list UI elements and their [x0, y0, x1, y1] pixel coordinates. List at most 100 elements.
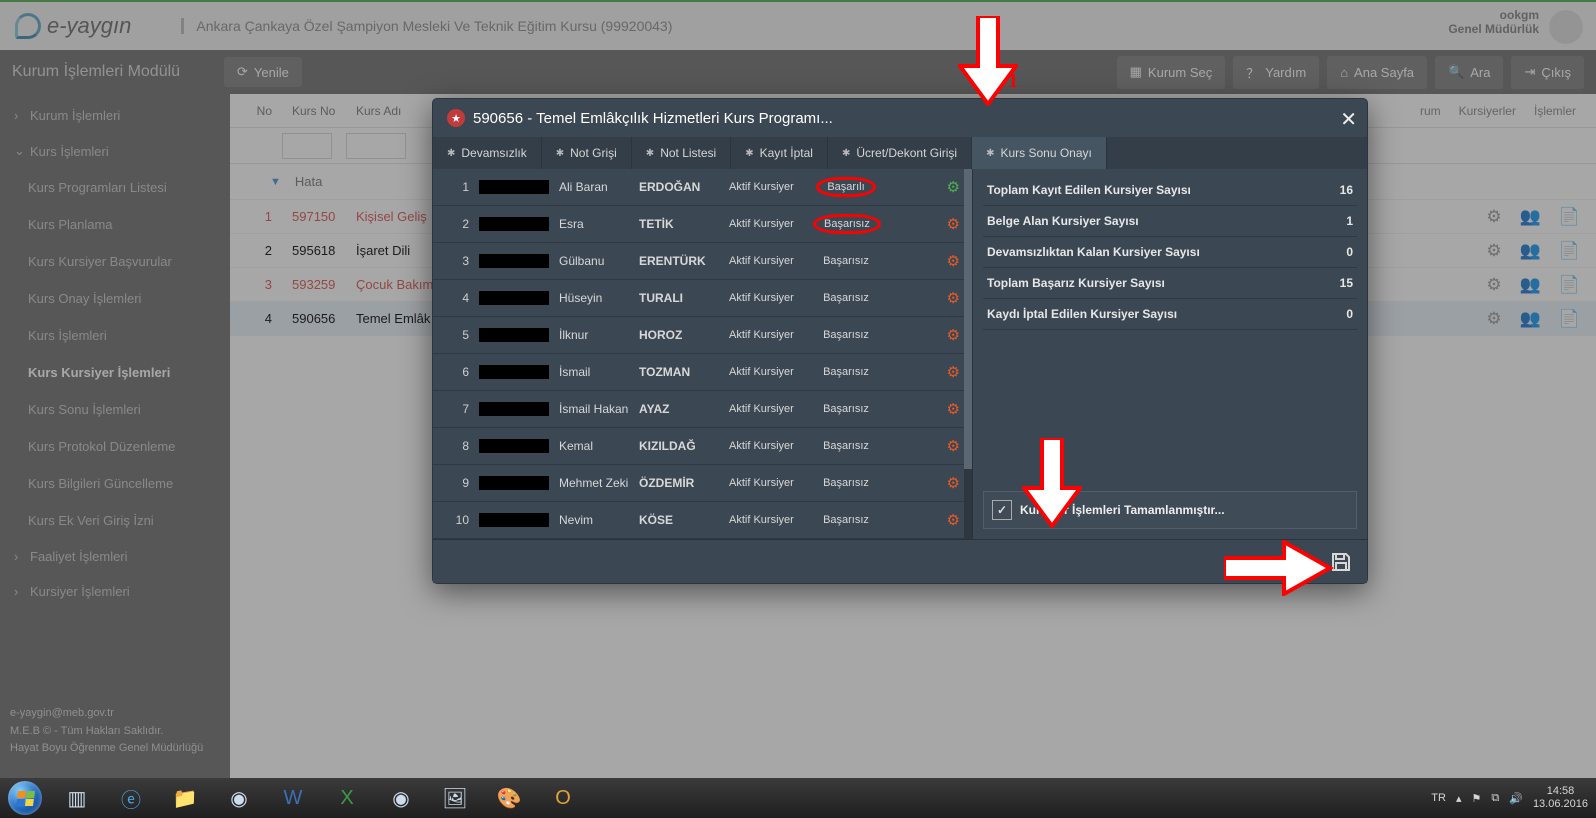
gear-icon[interactable]: ⚙	[947, 363, 960, 381]
tray-clock[interactable]: 14:58 13.06.2016	[1533, 785, 1588, 811]
avatar-icon[interactable]	[1549, 10, 1583, 44]
taskbar-excel[interactable]: X	[320, 778, 374, 818]
gear-icon[interactable]: ⚙	[1486, 207, 1501, 227]
sidebar-item[interactable]: Kurs Planlama	[0, 206, 230, 243]
sidebar-group-kursiyer[interactable]: ›Kursiyer İşlemleri	[0, 574, 230, 609]
tray-net-icon[interactable]: ⧉	[1491, 792, 1499, 805]
sidebar-item[interactable]: Kurs Kursiyer İşlemleri	[0, 354, 230, 391]
tray-sound-icon[interactable]: 🔊	[1509, 792, 1523, 805]
sidebar-item[interactable]: Kurs Kursiyer Başvurular	[0, 243, 230, 280]
modal-tab[interactable]: ✱Devamsızlık	[433, 137, 542, 169]
col-kurs-no[interactable]: Kurs No	[282, 104, 346, 118]
brand-logo: e-yaygın	[15, 13, 131, 39]
sidebar-group-kurs[interactable]: ⌄Kurs İşlemleri	[0, 133, 230, 169]
gear-icon[interactable]: ⚙	[947, 326, 960, 344]
taskbar-images[interactable]: 🖼	[428, 778, 482, 818]
taskbar-explorer[interactable]: 📁	[158, 778, 212, 818]
users-icon[interactable]: 👥	[1520, 275, 1541, 295]
gear-icon[interactable]: ⚙	[1486, 309, 1501, 329]
taskbar-word[interactable]: W	[266, 778, 320, 818]
users-icon[interactable]: 👥	[1520, 207, 1541, 227]
kursiyer-row[interactable]: 5İlknurHOROZAktif KursiyerBaşarısız⚙	[433, 317, 972, 354]
top-bar: e-yaygın Ankara Çankaya Özel Şampiyon Me…	[0, 0, 1596, 50]
stat-row: Belge Alan Kursiyer Sayısı1	[983, 206, 1357, 237]
kurum-sec-button[interactable]: ▦ Kurum Seç	[1117, 56, 1226, 89]
module-title: Kurum İşlemleri Modülü	[12, 63, 224, 81]
gear-icon[interactable]: ⚙	[947, 437, 960, 455]
expand-icon: ▼	[270, 176, 281, 188]
start-button[interactable]	[0, 778, 50, 818]
gear-icon[interactable]: ⚙	[947, 474, 960, 492]
sidebar-item[interactable]: Kurs Sonu İşlemleri	[0, 391, 230, 428]
logout-button[interactable]: ⇥ Çıkış	[1511, 56, 1584, 89]
tray-up-icon[interactable]: ▴	[1456, 792, 1462, 805]
sidebar-item[interactable]: Kurs Protokol Düzenleme	[0, 428, 230, 465]
sidebar: ›Kurum İşlemleri ⌄Kurs İşlemleri Kurs Pr…	[0, 94, 230, 778]
gear-icon[interactable]: ⚙	[947, 252, 960, 270]
logo-icon	[15, 13, 41, 39]
filter-kurs-adi[interactable]	[346, 133, 406, 159]
tray-flag-icon[interactable]: ⚑	[1472, 792, 1482, 805]
sidebar-group-kurum[interactable]: ›Kurum İşlemleri	[0, 98, 230, 133]
confirm-checkbox[interactable]: ✓	[992, 500, 1012, 520]
home-button[interactable]: ⌂ Ana Sayfa	[1327, 56, 1427, 89]
search-button[interactable]: 🔍 Ara	[1435, 56, 1503, 89]
kursiyer-row[interactable]: 6İsmailTOZMANAktif KursiyerBaşarısız⚙	[433, 354, 972, 391]
taskbar-paint[interactable]: 🎨	[482, 778, 536, 818]
col-kursiyerler[interactable]: Kursiyerler	[1459, 104, 1516, 118]
sidebar-group-faaliyet[interactable]: ›Faaliyet İşlemleri	[0, 539, 230, 574]
col-no[interactable]: No	[230, 104, 282, 118]
sidebar-item[interactable]: Kurs İşlemleri	[0, 317, 230, 354]
refresh-button[interactable]: ⟳ Yenile	[224, 57, 302, 87]
sidebar-item[interactable]: Kurs Programları Listesi	[0, 169, 230, 206]
kursiyer-row[interactable]: 8KemalKIZILDAĞAktif KursiyerBaşarısız⚙	[433, 428, 972, 465]
taskbar-app-1[interactable]: ▥	[50, 778, 104, 818]
module-toolbar: Kurum İşlemleri Modülü ⟳ Yenile ▦ Kurum …	[0, 50, 1596, 94]
gear-icon[interactable]: ⚙	[947, 511, 960, 529]
close-icon[interactable]: ✕	[1340, 107, 1357, 132]
stat-row: Toplam Kayıt Edilen Kursiyer Sayısı16	[983, 175, 1357, 206]
users-icon[interactable]: 👥	[1520, 309, 1541, 329]
kursiyer-row[interactable]: 7İsmail HakanAYAZAktif KursiyerBaşarısız…	[433, 391, 972, 428]
kursiyer-row[interactable]: 2EsraTETİKAktif KursiyerBaşarısız⚙	[433, 206, 972, 243]
doc-icon[interactable]: 📄	[1559, 207, 1580, 227]
sidebar-item[interactable]: Kurs Ek Veri Giriş İzni	[0, 502, 230, 539]
col-rum[interactable]: rum	[1420, 104, 1441, 118]
doc-icon[interactable]: 📄	[1559, 241, 1580, 261]
kursiyer-row[interactable]: 3GülbanuERENTÜRKAktif KursiyerBaşarısız⚙	[433, 243, 972, 280]
modal-tab[interactable]: ✱Ücret/Dekont Girişi	[828, 137, 972, 169]
tray-lang[interactable]: TR	[1431, 792, 1446, 804]
modal-tab[interactable]: ✱Kurs Sonu Onayı	[972, 137, 1107, 169]
gear-icon[interactable]: ⚙	[947, 400, 960, 418]
modal-tab[interactable]: ✱Not Listesi	[632, 137, 731, 169]
modal-tab[interactable]: ✱Kayıt İptal	[731, 137, 828, 169]
doc-icon[interactable]: 📄	[1559, 275, 1580, 295]
taskbar-ie[interactable]: ⓔ	[104, 778, 158, 818]
kursiyer-row[interactable]: 9Mehmet ZekiÖZDEMİRAktif KursiyerBaşarıs…	[433, 465, 972, 502]
modal-tab[interactable]: ✱Not Grişi	[542, 137, 632, 169]
taskbar-outlook[interactable]: O	[536, 778, 590, 818]
gear-icon[interactable]: ⚙	[947, 178, 960, 196]
kursiyer-row[interactable]: 4HüseyinTURALIAktif KursiyerBaşarısız⚙	[433, 280, 972, 317]
filter-kurs-no[interactable]	[282, 133, 332, 159]
kursiyer-list: 1Ali BaranERDOĞANAktif KursiyerBaşarılı⚙…	[433, 169, 973, 539]
kursiyer-row[interactable]: 10NevimKÖSEAktif KursiyerBaşarısız⚙	[433, 502, 972, 539]
sidebar-item[interactable]: Kurs Onay İşlemleri	[0, 280, 230, 317]
gear-icon[interactable]: ⚙	[1486, 275, 1501, 295]
institution-name: Ankara Çankaya Özel Şampiyon Mesleki Ve …	[181, 18, 672, 34]
gear-icon[interactable]: ⚙	[947, 215, 960, 233]
windows-taskbar: ▥ ⓔ 📁 ◉ W X ◉ 🖼 🎨 O TR ▴ ⚑ ⧉ 🔊 14:58 13.…	[0, 778, 1596, 818]
scrollbar[interactable]	[964, 169, 972, 539]
users-icon[interactable]: 👥	[1520, 241, 1541, 261]
user-block: ookgm Genel Müdürlük	[1448, 8, 1581, 36]
sidebar-item[interactable]: Kurs Bilgileri Güncelleme	[0, 465, 230, 502]
gear-icon[interactable]: ⚙	[947, 289, 960, 307]
taskbar-chrome[interactable]: ◉	[212, 778, 266, 818]
kursiyer-row[interactable]: 1Ali BaranERDOĞANAktif KursiyerBaşarılı⚙	[433, 169, 972, 206]
system-tray: TR ▴ ⚑ ⧉ 🔊 14:58 13.06.2016	[1423, 785, 1596, 811]
col-islemler[interactable]: İşlemler	[1534, 104, 1576, 118]
gear-icon[interactable]: ⚙	[1486, 241, 1501, 261]
taskbar-chrome2[interactable]: ◉	[374, 778, 428, 818]
doc-icon[interactable]: 📄	[1559, 309, 1580, 329]
help-button[interactable]: ？ Yardım	[1233, 56, 1319, 89]
